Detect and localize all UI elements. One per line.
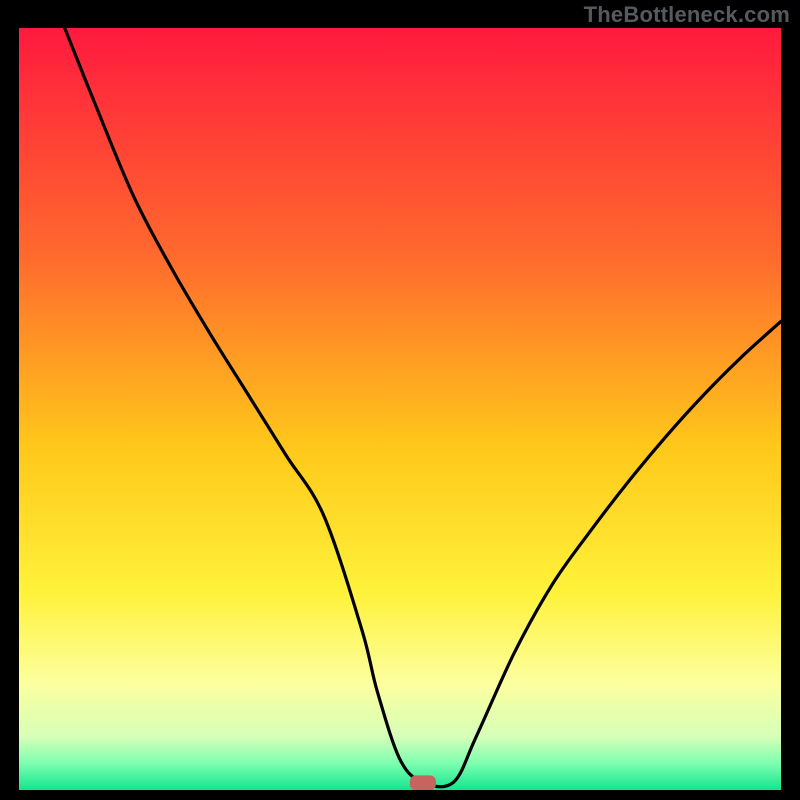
chart-svg	[19, 28, 781, 790]
plot-area	[19, 28, 781, 790]
watermark-text: TheBottleneck.com	[584, 2, 790, 28]
gradient-background	[19, 28, 781, 790]
chart-container: TheBottleneck.com	[0, 0, 800, 800]
minimum-marker	[410, 775, 436, 790]
